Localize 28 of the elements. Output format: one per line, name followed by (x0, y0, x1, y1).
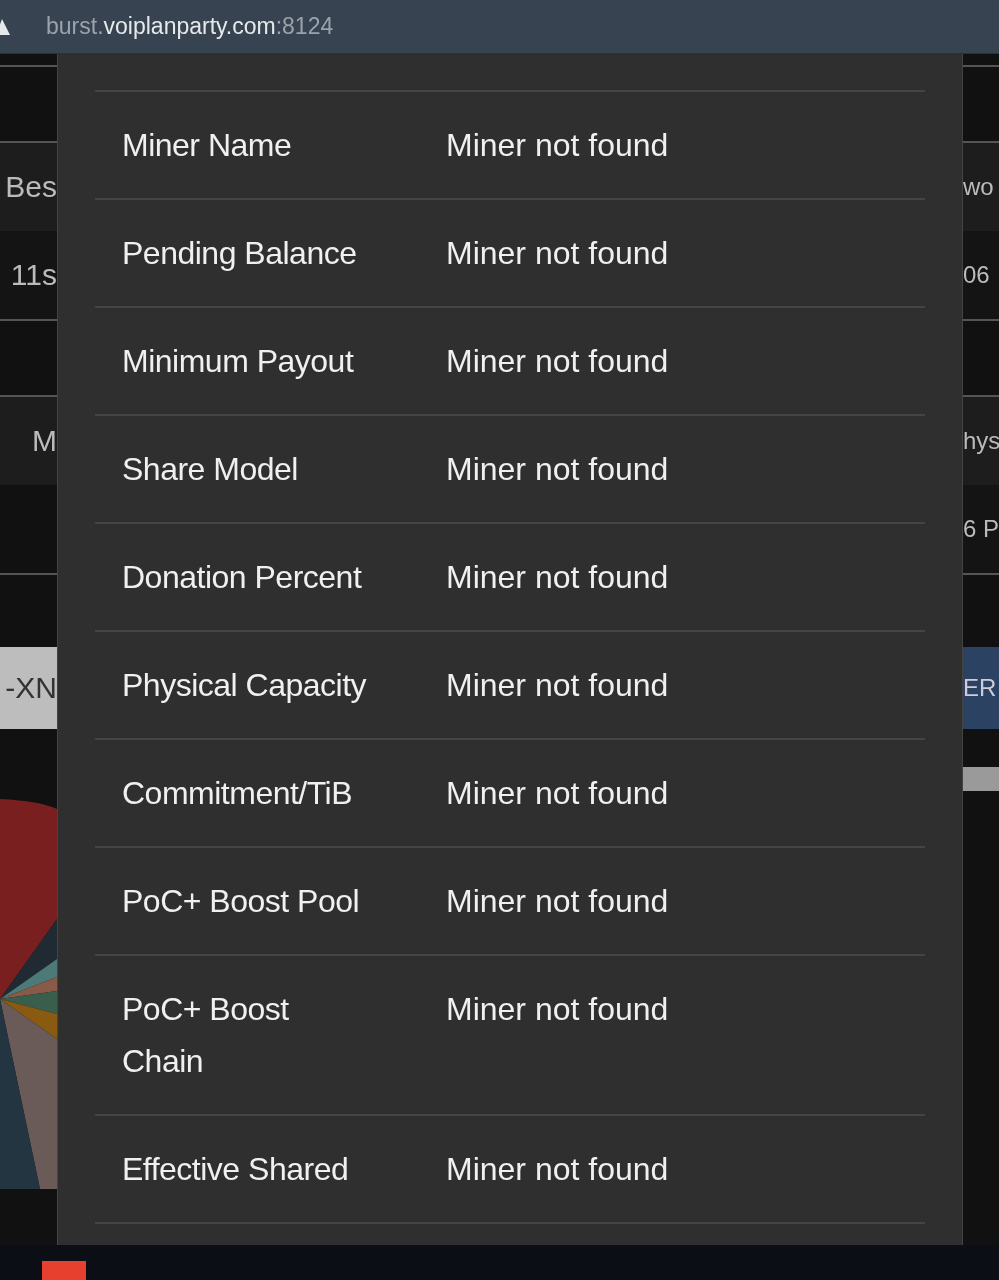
field-label: Minimum Payout (122, 342, 355, 381)
field-value: Miner not found (446, 450, 670, 489)
table-text: wo (963, 143, 999, 231)
field-label: PoC+ Boost Pool (122, 882, 361, 921)
tag-label: -XN (0, 647, 57, 729)
url-text[interactable]: burst.voiplanparty.com:8124 (46, 13, 334, 40)
field-label: Commitment/TiB (122, 774, 354, 813)
table-text: M (0, 397, 57, 485)
field-label: Pending Balance (122, 234, 358, 273)
field-value: Miner not found (446, 882, 670, 921)
app-icon[interactable] (42, 1261, 86, 1280)
field-value: Miner not found (446, 558, 670, 597)
field-label: Miner Name (122, 126, 293, 165)
field-label: Share Model (122, 450, 299, 489)
field-label: Effective Shared (122, 1150, 350, 1189)
field-label: Donation Percent (122, 558, 363, 597)
field-value: Miner not found (446, 126, 670, 165)
field-label: PoC+ Boost Chain (122, 990, 290, 1081)
field-value: Miner not found (446, 774, 670, 813)
field-value: Miner not found (446, 990, 670, 1029)
table-text: hys (963, 397, 999, 485)
field-value: Miner not found (446, 1150, 670, 1189)
field-value: Miner not found (446, 666, 670, 705)
tag-label: ER (963, 647, 999, 729)
table-text: Bes (0, 143, 57, 231)
field-label: Physical Capacity (122, 666, 368, 705)
field-value: Miner not found (446, 342, 670, 381)
field-value: Miner not found (446, 234, 670, 273)
